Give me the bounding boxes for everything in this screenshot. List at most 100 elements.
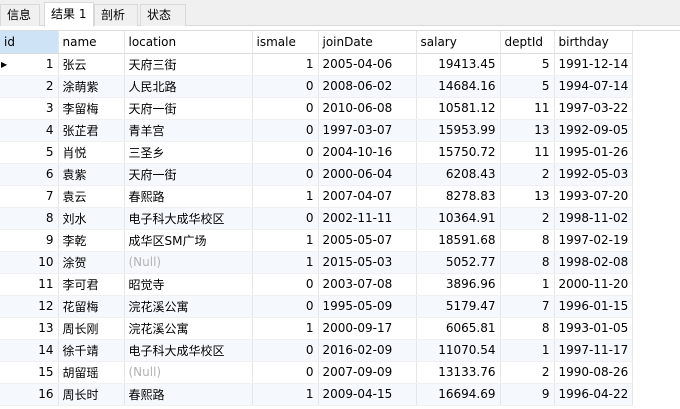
cell-birthday[interactable]: 1995-01-26 xyxy=(554,141,634,164)
table-row[interactable]: 9 李乾 成华区SM广场 1 2005-05-07 18591.68 8 1997-02-19 xyxy=(0,229,634,252)
cell-id[interactable]: 11 xyxy=(0,273,59,296)
cell-birthday[interactable]: 1996-01-15 xyxy=(554,295,634,318)
column-header-location[interactable]: location xyxy=(124,31,253,54)
cell-deptid[interactable]: 8 xyxy=(500,317,555,340)
cell-deptid[interactable]: 7 xyxy=(500,295,555,318)
cell-ismale[interactable]: 1 xyxy=(252,317,319,340)
cell-ismale[interactable]: 1 xyxy=(252,229,319,252)
cell-salary[interactable]: 3896.96 xyxy=(416,273,501,296)
cell-id[interactable]: 8 xyxy=(0,207,59,230)
cell-location[interactable]: (Null) xyxy=(124,251,253,274)
cell-id[interactable]: 3 xyxy=(0,97,59,120)
cell-name[interactable]: 胡留瑶 xyxy=(58,361,125,384)
cell-name[interactable]: 花留梅 xyxy=(58,295,125,318)
cell-birthday[interactable]: 2000-11-20 xyxy=(554,273,634,296)
cell-deptid[interactable]: 1 xyxy=(500,273,555,296)
cell-ismale[interactable]: 0 xyxy=(252,273,319,296)
column-header-deptid[interactable]: deptId xyxy=(500,31,555,54)
table-row[interactable]: 7 袁云 春熙路 1 2007-04-07 8278.83 13 1993-07-20 xyxy=(0,185,634,208)
cell-joindate[interactable]: 2015-05-03 xyxy=(318,251,417,274)
cell-location[interactable]: 春熙路 xyxy=(124,185,253,208)
cell-name[interactable]: 袁紫 xyxy=(58,163,125,186)
cell-birthday[interactable]: 1993-07-20 xyxy=(554,185,634,208)
cell-id[interactable]: ▶ 1 xyxy=(0,53,59,76)
cell-salary[interactable]: 15953.99 xyxy=(416,119,501,142)
cell-deptid[interactable]: 9 xyxy=(500,383,555,406)
table-row[interactable]: 12 花留梅 浣花溪公寓 0 1995-05-09 5179.47 7 1996-01-15 xyxy=(0,295,634,318)
table-row[interactable]: 15 胡留瑶 (Null) 0 2007-09-09 13133.76 2 1990-08-2… xyxy=(0,361,634,384)
cell-name[interactable]: 张芷君 xyxy=(58,119,125,142)
cell-location[interactable]: 电子科大成华校区 xyxy=(124,339,253,362)
cell-location[interactable]: 天府三街 xyxy=(124,53,253,76)
table-row[interactable]: 14 徐千靖 电子科大成华校区 0 2016-02-09 11070.54 1 1997-11… xyxy=(0,339,634,362)
cell-id[interactable]: 10 xyxy=(0,251,59,274)
cell-salary[interactable]: 16694.69 xyxy=(416,383,501,406)
cell-id[interactable]: 4 xyxy=(0,119,59,142)
cell-id[interactable]: 7 xyxy=(0,185,59,208)
tab-status[interactable]: 状态 xyxy=(140,4,186,26)
table-row[interactable]: 8 刘水 电子科大成华校区 0 2002-11-11 10364.91 2 1998-11-0… xyxy=(0,207,634,230)
cell-deptid[interactable]: 13 xyxy=(500,119,555,142)
cell-id[interactable]: 14 xyxy=(0,339,59,362)
cell-joindate[interactable]: 1997-03-07 xyxy=(318,119,417,142)
cell-ismale[interactable]: 0 xyxy=(252,119,319,142)
cell-salary[interactable]: 8278.83 xyxy=(416,185,501,208)
cell-deptid[interactable]: 11 xyxy=(500,97,555,120)
cell-joindate[interactable]: 2005-04-06 xyxy=(318,53,417,76)
cell-joindate[interactable]: 2016-02-09 xyxy=(318,339,417,362)
cell-birthday[interactable]: 1991-12-14 xyxy=(554,53,634,76)
cell-salary[interactable]: 13133.76 xyxy=(416,361,501,384)
cell-joindate[interactable]: 2007-09-09 xyxy=(318,361,417,384)
cell-birthday[interactable]: 1997-02-19 xyxy=(554,229,634,252)
cell-name[interactable]: 周长刚 xyxy=(58,317,125,340)
cell-id[interactable]: 2 xyxy=(0,75,59,98)
cell-salary[interactable]: 19413.45 xyxy=(416,53,501,76)
cell-birthday[interactable]: 1992-09-05 xyxy=(554,119,634,142)
column-header-ismale[interactable]: ismale xyxy=(252,31,319,54)
tab-result-1[interactable]: 结果 1 xyxy=(44,2,94,27)
cell-ismale[interactable]: 0 xyxy=(252,141,319,164)
cell-birthday[interactable]: 1996-04-22 xyxy=(554,383,634,406)
cell-id[interactable]: 16 xyxy=(0,383,59,406)
cell-deptid[interactable]: 8 xyxy=(500,229,555,252)
cell-deptid[interactable]: 2 xyxy=(500,207,555,230)
cell-salary[interactable]: 5052.77 xyxy=(416,251,501,274)
cell-salary[interactable]: 11070.54 xyxy=(416,339,501,362)
table-row[interactable]: 6 袁紫 天府一街 0 2000-06-04 6208.43 2 1992-05-03 xyxy=(0,163,634,186)
cell-id[interactable]: 5 xyxy=(0,141,59,164)
cell-joindate[interactable]: 2000-06-04 xyxy=(318,163,417,186)
cell-ismale[interactable]: 1 xyxy=(252,185,319,208)
table-row[interactable]: 11 李可君 昭觉寺 0 2003-07-08 3896.96 1 2000-11-20 xyxy=(0,273,634,296)
table-row[interactable]: 10 涂贺 (Null) 1 2015-05-03 5052.77 8 1998-02-08 xyxy=(0,251,634,274)
cell-location[interactable]: (Null) xyxy=(124,361,253,384)
cell-deptid[interactable]: 2 xyxy=(500,361,555,384)
cell-id[interactable]: 9 xyxy=(0,229,59,252)
cell-birthday[interactable]: 1990-08-26 xyxy=(554,361,634,384)
cell-location[interactable]: 天府一街 xyxy=(124,163,253,186)
cell-ismale[interactable]: 0 xyxy=(252,207,319,230)
cell-ismale[interactable]: 0 xyxy=(252,75,319,98)
cell-location[interactable]: 青羊宫 xyxy=(124,119,253,142)
cell-joindate[interactable]: 2003-07-08 xyxy=(318,273,417,296)
cell-id[interactable]: 15 xyxy=(0,361,59,384)
table-row[interactable]: 3 李留梅 天府一街 0 2010-06-08 10581.12 11 1997-03-22 xyxy=(0,97,634,120)
cell-joindate[interactable]: 2009-04-15 xyxy=(318,383,417,406)
cell-deptid[interactable]: 8 xyxy=(500,251,555,274)
cell-ismale[interactable]: 1 xyxy=(252,53,319,76)
cell-id[interactable]: 12 xyxy=(0,295,59,318)
table-row[interactable]: 16 周长时 春熙路 1 2009-04-15 16694.69 9 1996-04-22 xyxy=(0,383,634,406)
cell-ismale[interactable]: 1 xyxy=(252,251,319,274)
cell-deptid[interactable]: 1 xyxy=(500,339,555,362)
cell-joindate[interactable]: 2005-05-07 xyxy=(318,229,417,252)
cell-ismale[interactable]: 0 xyxy=(252,295,319,318)
table-row[interactable]: 13 周长刚 浣花溪公寓 1 2000-09-17 6065.81 8 1993-01-05 xyxy=(0,317,634,340)
cell-salary[interactable]: 10581.12 xyxy=(416,97,501,120)
cell-location[interactable]: 天府一街 xyxy=(124,97,253,120)
table-row[interactable]: 4 张芷君 青羊宫 0 1997-03-07 15953.99 13 1992-09-05 xyxy=(0,119,634,142)
cell-location[interactable]: 昭觉寺 xyxy=(124,273,253,296)
cell-name[interactable]: 涂萌紫 xyxy=(58,75,125,98)
cell-ismale[interactable]: 0 xyxy=(252,163,319,186)
column-header-name[interactable]: name xyxy=(58,31,125,54)
cell-name[interactable]: 李可君 xyxy=(58,273,125,296)
cell-salary[interactable]: 18591.68 xyxy=(416,229,501,252)
